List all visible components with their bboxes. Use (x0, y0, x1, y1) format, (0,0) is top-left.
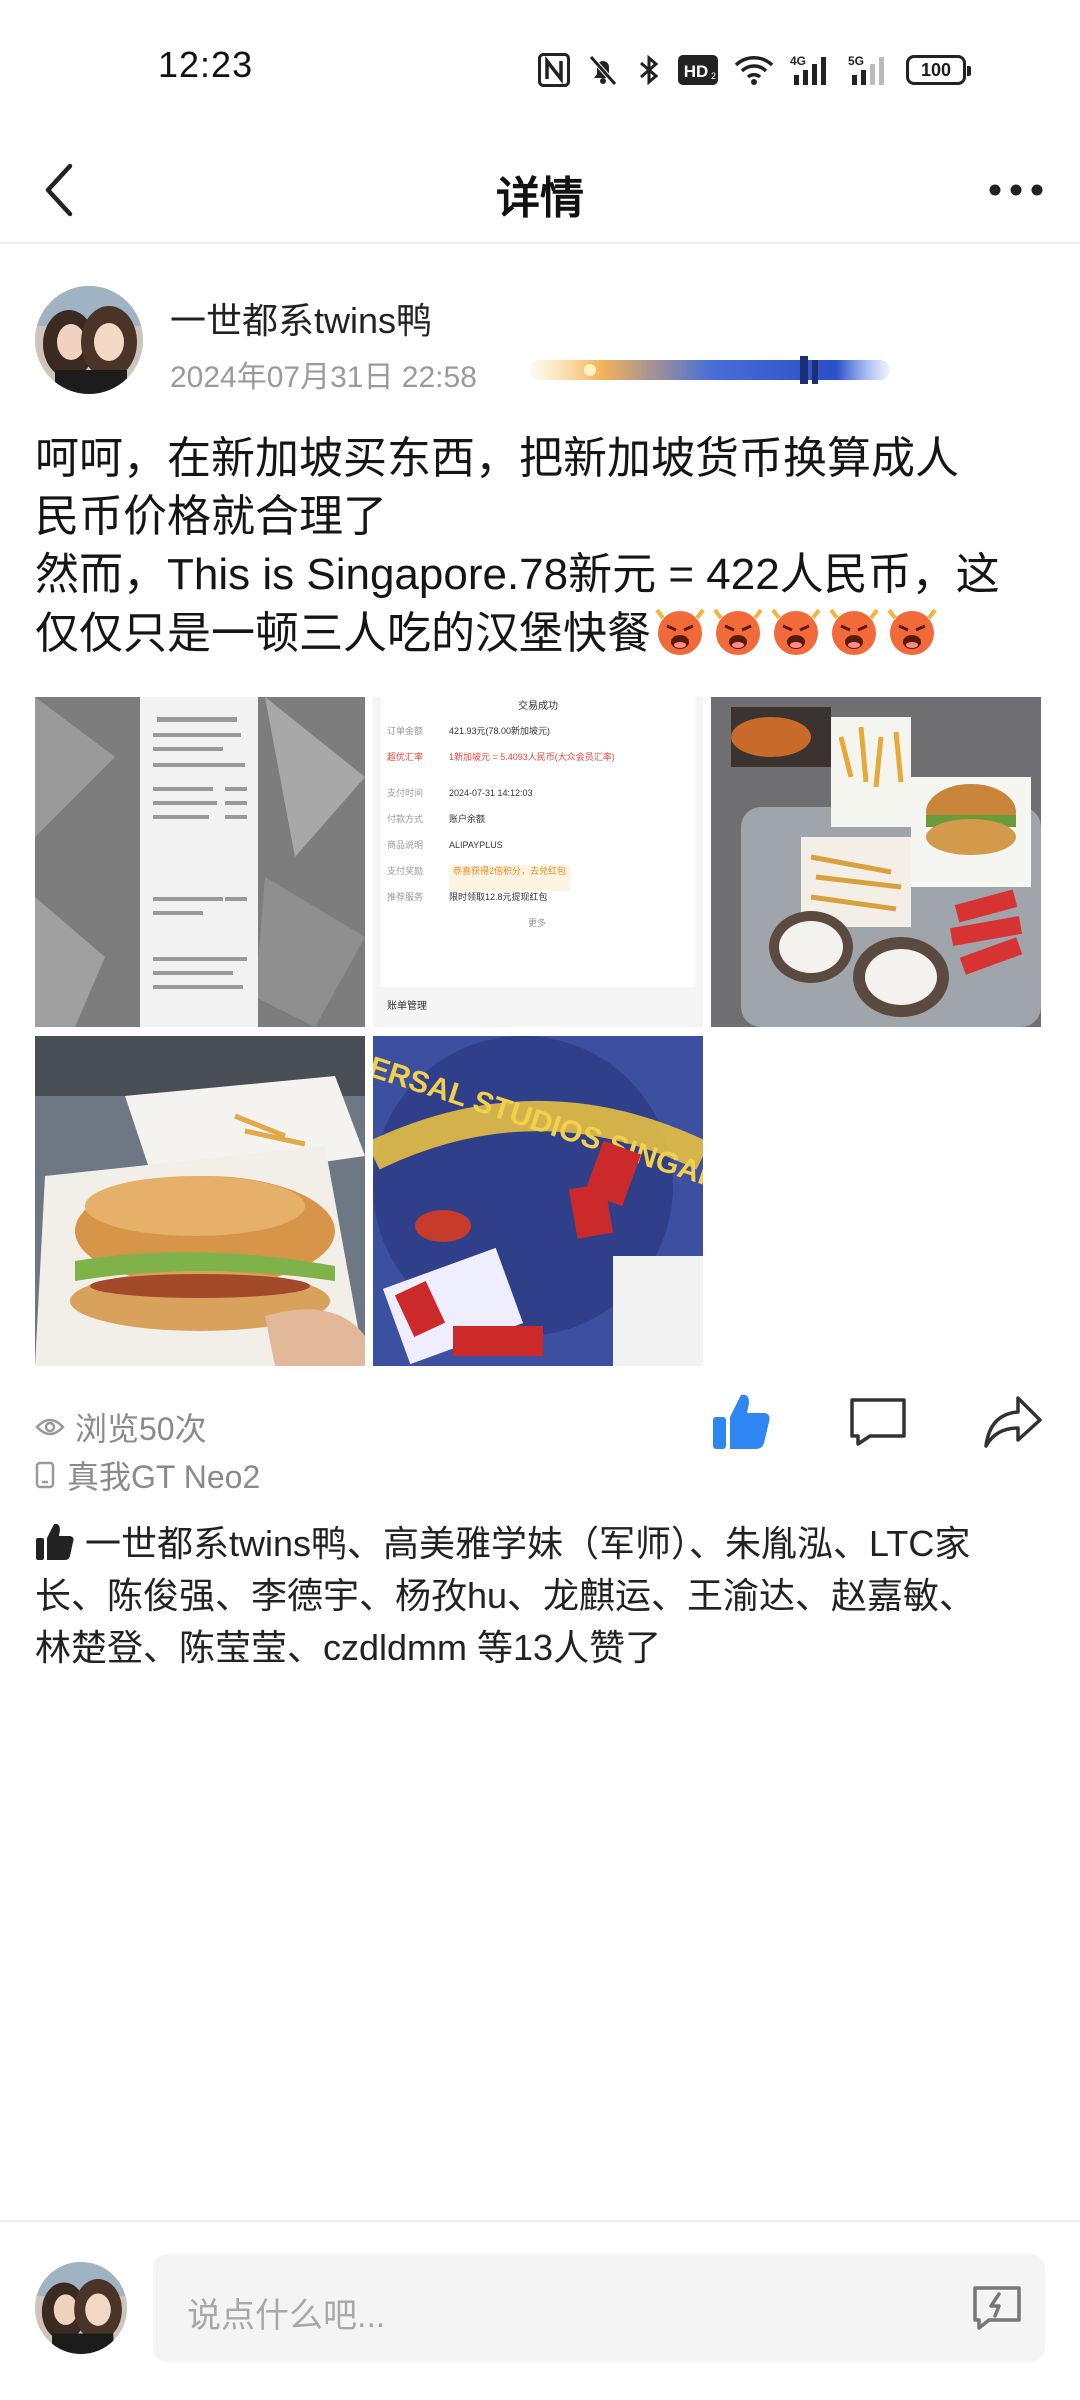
likes-line-1[interactable]: 一世都系twins鸭、高美雅学妹（军师）、朱胤泓、LTC家 (85, 1523, 970, 1564)
device-info: 真我GT Neo2 (35, 1452, 260, 1498)
battery-icon: 100 (906, 48, 971, 92)
mute-bell-icon (586, 48, 620, 92)
receipt-key: 商品说明 (387, 840, 424, 850)
battery-level: 100 (906, 55, 971, 85)
receipt-more: 更多 (527, 918, 546, 928)
likes-line-3[interactable]: 林楚登、陈莹莹、czdldmm 等13人赞了 (35, 1622, 1055, 1674)
likes-line-1-wrap: 一世都系twins鸭、高美雅学妹（军师）、朱胤泓、LTC家 (35, 1518, 1055, 1570)
receipt-row: 付款方式 账户余额 (387, 813, 687, 839)
more-button[interactable] (978, 158, 1054, 222)
signal-4g-icon: 4G (790, 48, 832, 92)
receipt-row: 订单金额 421.93元(78.00新加坡元) (387, 725, 687, 751)
status-time: 12:23 (158, 44, 254, 85)
signal-5g-icon: 5G (848, 48, 890, 92)
receipt-title: 交易成功 (518, 701, 558, 712)
receipt-row: 商品说明 ALIPAYPLUS (387, 839, 687, 865)
share-arrow-icon (984, 1396, 1042, 1448)
receipt-value: 421.93元(78.00新加坡元) (449, 726, 551, 736)
hd-icon: HD 2 (678, 48, 718, 92)
photo-universal-poster[interactable]: UNIVERSAL STUDIOS SINGAPORE (373, 1036, 703, 1366)
receipt-footer: 账单管理 (387, 1001, 427, 1012)
post-line-4: 仅仅只是一顿三人吃的汉堡快餐 (35, 609, 651, 658)
post-time: 2024年07月31日 22:58 (170, 361, 477, 394)
post-text: 呵呵，在新加坡买东西，把新加坡货币换算成人 民币价格就合理了 然而，This i… (35, 430, 1055, 663)
receipt-value: 账户余额 (449, 814, 486, 824)
receipt-key: 订单金额 (387, 726, 424, 736)
receipt-key: 付款方式 (387, 814, 424, 824)
photo-payment-screenshot[interactable]: 交易成功 订单金额 421.93元(78.00新加坡元) 超优汇率 1新加坡元 = … (373, 697, 703, 1027)
like-button[interactable] (706, 1386, 778, 1458)
svg-text:2: 2 (711, 71, 716, 81)
receipt-key: 支付时间 (387, 788, 424, 798)
author-name[interactable]: 一世都系twins鸭 (170, 292, 432, 344)
post-detail-screen: 12:23 HD 2 4G 5G 100 详情 一世都系twins鸭 2024年… (0, 0, 1080, 2400)
net1-label: 4G (790, 54, 806, 68)
post-line-1: 呵呵，在新加坡买东西，把新加坡货币换算成人 (35, 434, 959, 483)
comment-icon (850, 1398, 906, 1446)
receipt-row: 超优汇率 1新加坡元 = 5.4093人民币(大众会员汇率) (387, 751, 687, 787)
receipt-key: 超优汇率 (387, 752, 424, 762)
thumbs-up-icon (713, 1394, 770, 1449)
comment-input[interactable]: 说点什么吧... (153, 2254, 1045, 2362)
view-count: 浏览50次 (35, 1404, 207, 1450)
receipt-row: 支付时间 2024-07-31 14:12:03 (387, 787, 687, 813)
author-avatar[interactable] (35, 286, 143, 394)
comment-placeholder: 说点什么吧... (187, 2297, 386, 2335)
net2-label: 5G (848, 54, 864, 68)
angry-face-emoji-icon (713, 608, 763, 655)
decorative-badge (530, 350, 890, 390)
angry-face-emoji-icon (655, 608, 705, 655)
phone-icon (35, 1461, 55, 1489)
receipt-key: 推荐服务 (387, 892, 424, 902)
status-icons: HD 2 4G 5G 100 (538, 48, 971, 92)
receipt-value: 恭喜获得2倍积分，去兑红包 (449, 865, 571, 891)
view-count-text: 浏览50次 (75, 1411, 207, 1447)
receipt-row: 支付奖励 恭喜获得2倍积分，去兑红包 (387, 865, 687, 891)
receipt-value: ALIPAYPLUS (449, 840, 503, 850)
quick-reply-icon[interactable] (969, 2280, 1025, 2336)
comment-button[interactable] (842, 1386, 914, 1458)
angry-face-emoji-icon (829, 608, 879, 655)
photo-receipt[interactable] (35, 697, 365, 1027)
photo-burger-closeup[interactable] (35, 1036, 365, 1366)
device-text: 真我GT Neo2 (67, 1459, 261, 1495)
post-line-4-wrap: 仅仅只是一顿三人吃的汉堡快餐 (35, 604, 1055, 663)
receipt-row: 推荐服务 限时领取12.8元提现红包 (387, 891, 687, 917)
page-title: 详情 (496, 174, 584, 223)
receipt-value: 限时领取12.8元提现红包 (449, 892, 548, 902)
angry-face-emoji-icon (771, 608, 821, 655)
receipt-key: 支付奖励 (387, 866, 424, 876)
my-avatar[interactable] (35, 2262, 127, 2354)
more-dots-icon (989, 184, 1043, 196)
photo-burger-meal[interactable] (711, 697, 1041, 1027)
receipt-value: 2024-07-31 14:12:03 (449, 788, 533, 798)
likes-list: 一世都系twins鸭、高美雅学妹（军师）、朱胤泓、LTC家 长、陈俊强、李德宇、… (35, 1518, 1055, 1674)
post-line-3: 然而，This is Singapore.78新元 = 422人民币，这 (35, 550, 1000, 599)
bluetooth-icon (636, 48, 662, 92)
thumbs-up-small-icon (36, 1523, 74, 1560)
share-button[interactable] (977, 1386, 1049, 1458)
emoji-row (653, 604, 939, 658)
nav-header: 详情 (0, 140, 1080, 244)
eye-icon (35, 1418, 65, 1436)
status-bar: 12:23 HD 2 4G 5G 100 (0, 0, 1080, 140)
receipt-value: 1新加坡元 = 5.4093人民币(大众会员汇率) (449, 752, 615, 762)
likes-line-2[interactable]: 长、陈俊强、李德宇、杨孜hu、龙麒运、王渝达、赵嘉敏、 (35, 1570, 1055, 1622)
nfc-icon (538, 48, 570, 92)
angry-face-emoji-icon (887, 608, 937, 655)
receipt-rows: 订单金额 421.93元(78.00新加坡元) 超优汇率 1新加坡元 = 5.409… (387, 725, 687, 937)
hd-label: HD (684, 62, 709, 81)
wifi-icon (734, 48, 774, 92)
post-line-2: 民币价格就合理了 (35, 492, 387, 541)
